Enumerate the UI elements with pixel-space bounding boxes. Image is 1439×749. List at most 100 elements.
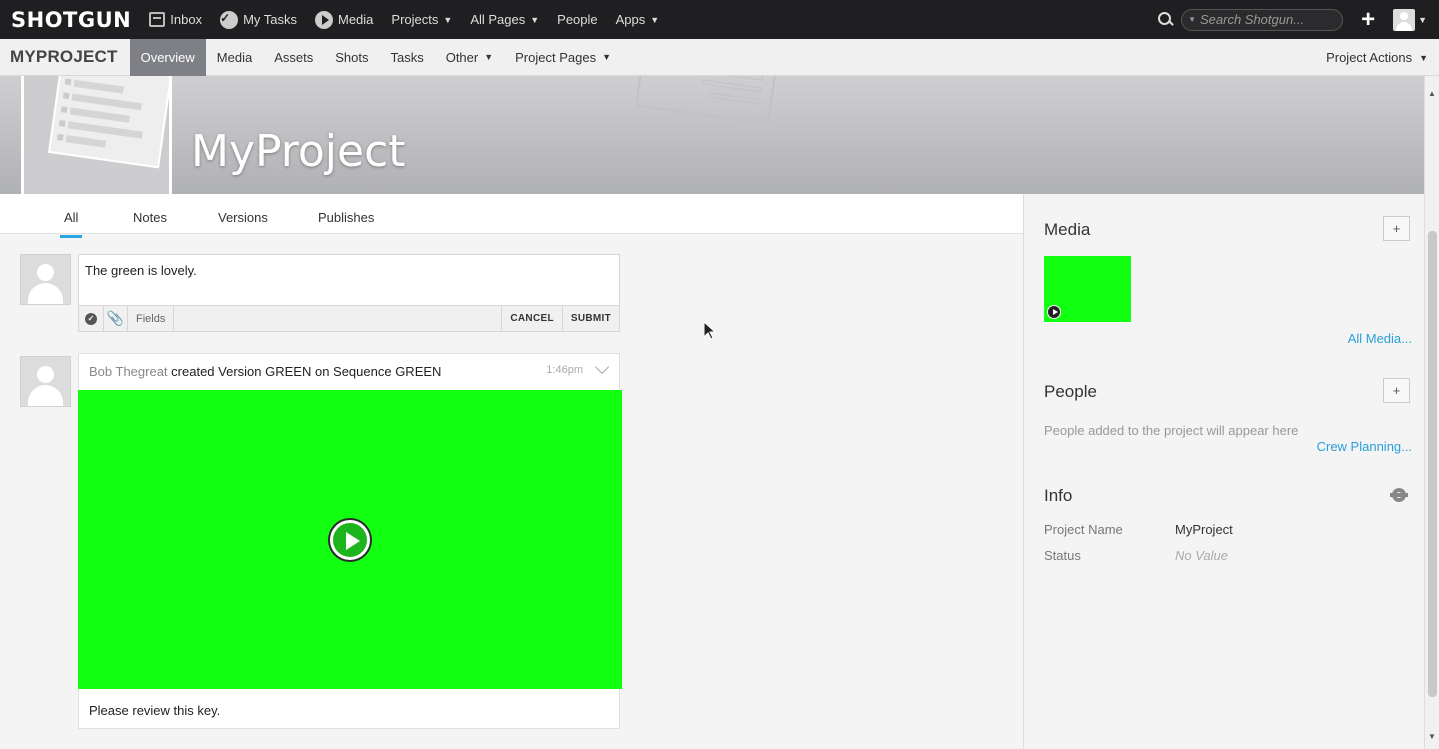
post-timestamp: 1:46pm <box>546 364 583 376</box>
activity-post: Bob Thegreat created Version GREEN on Se… <box>78 353 622 729</box>
nav-people[interactable]: People <box>557 0 597 39</box>
tab-other-label: Other <box>445 49 479 65</box>
activity-tab-notes[interactable]: Notes <box>133 210 167 225</box>
add-people-button[interactable]: + <box>1383 378 1410 403</box>
nav-all-pages-label: All Pages <box>470 12 526 27</box>
tab-overview-label: Overview <box>140 49 195 65</box>
note-input[interactable]: The green is lovely. <box>85 263 197 278</box>
project-name-heading: MyProject <box>191 126 406 177</box>
project-actions-label: Project Actions <box>1326 50 1413 65</box>
tab-project-pages-dropdown[interactable]: Project Pages ▼ <box>504 39 622 76</box>
post-author[interactable]: Bob Thegreat <box>89 364 168 379</box>
fields-button[interactable]: Fields <box>128 306 175 331</box>
tab-project-pages-label: Project Pages <box>515 49 597 65</box>
nav-my-tasks[interactable]: ✓ My Tasks <box>220 0 297 39</box>
submit-button[interactable]: SUBMIT <box>563 306 619 331</box>
caret-down-icon: ▼ <box>443 14 453 25</box>
post-action-text[interactable]: created Version GREEN on Sequence GREEN <box>171 364 441 379</box>
nav-projects-label: Projects <box>391 12 439 27</box>
search-placeholder: Search Shotgun... <box>1199 12 1305 27</box>
tab-tasks-label: Tasks <box>390 49 424 65</box>
scroll-down-arrow-icon[interactable]: ▼ <box>1428 732 1436 741</box>
toolbar-spacer <box>174 306 503 331</box>
version-media-preview[interactable] <box>78 390 622 689</box>
info-value-project-name[interactable]: MyProject <box>1175 522 1233 537</box>
search-input[interactable]: ▼ Search Shotgun... <box>1181 8 1344 31</box>
caret-down-icon: ▼ <box>1419 52 1428 63</box>
checkmark-icon: ✓ <box>85 312 97 325</box>
cancel-button[interactable]: CANCEL <box>502 306 563 331</box>
page-scrollbar[interactable]: ▲ ▼ <box>1424 76 1439 749</box>
activity-tab-all[interactable]: All <box>60 210 83 238</box>
gear-icon[interactable] <box>1390 488 1408 502</box>
nav-projects-dropdown[interactable]: Projects ▼ <box>391 0 452 39</box>
project-thumbnail[interactable] <box>21 76 172 194</box>
tab-assets[interactable]: Assets <box>263 39 324 76</box>
nav-media[interactable]: Media <box>315 0 373 39</box>
scroll-up-arrow-icon[interactable]: ▲ <box>1428 89 1436 98</box>
activity-tab-publishes[interactable]: Publishes <box>318 210 374 225</box>
nav-my-tasks-label: My Tasks <box>243 12 297 27</box>
activity-tabs: All Notes Versions Publishes <box>0 194 1023 238</box>
caret-down-icon: ▼ <box>602 52 611 62</box>
scrollbar-thumb[interactable] <box>1428 231 1437 697</box>
play-icon[interactable] <box>1047 305 1061 319</box>
nav-all-pages-dropdown[interactable]: All Pages ▼ <box>470 0 539 39</box>
nav-inbox[interactable]: Inbox <box>149 0 202 39</box>
search-scope-caret-icon[interactable]: ▼ <box>1188 15 1196 24</box>
user-avatar[interactable] <box>1393 8 1416 31</box>
shotgun-logo[interactable]: SHOTGUN <box>11 8 131 32</box>
tab-tasks[interactable]: Tasks <box>379 39 434 76</box>
crew-planning-link[interactable]: Crew Planning... <box>1317 439 1412 454</box>
user-menu-caret-icon[interactable]: ▼ <box>1418 15 1427 25</box>
caret-down-icon: ▼ <box>530 14 540 25</box>
top-nav-bar: SHOTGUN Inbox ✓ My Tasks Media Projects … <box>0 0 1439 39</box>
post-caption: Please review this key. <box>89 703 221 718</box>
tab-other-dropdown[interactable]: Other ▼ <box>435 39 504 76</box>
add-media-button[interactable]: + <box>1383 216 1410 241</box>
background-document-graphic <box>635 76 780 126</box>
note-task-button[interactable]: ✓ <box>79 306 104 331</box>
tab-overview[interactable]: Overview <box>129 38 206 76</box>
info-label-status: Status <box>1044 548 1081 563</box>
all-media-link[interactable]: All Media... <box>1348 331 1412 346</box>
top-nav-right: ▼ Search Shotgun... + ▼ <box>1157 0 1439 39</box>
info-value-status[interactable]: No Value <box>1175 548 1228 563</box>
nav-inbox-label: Inbox <box>170 12 203 27</box>
global-add-button[interactable]: + <box>1361 7 1375 32</box>
right-sidebar: Media + All Media... People + People add… <box>1023 194 1424 749</box>
info-label-project-name: Project Name <box>1044 522 1123 537</box>
play-icon <box>315 10 333 29</box>
nav-apps-dropdown[interactable]: Apps ▼ <box>616 0 660 39</box>
paperclip-icon: 📎 <box>106 310 125 326</box>
tab-shots[interactable]: Shots <box>324 39 379 76</box>
activity-tab-versions-label: Versions <box>218 210 268 225</box>
composer-avatar <box>20 254 71 305</box>
activity-tab-versions[interactable]: Versions <box>218 210 268 225</box>
media-thumbnail[interactable] <box>1044 256 1131 322</box>
nav-media-label: Media <box>338 12 374 27</box>
post-header: Bob Thegreat created Version GREEN on Se… <box>89 364 441 379</box>
attach-button[interactable]: 📎 <box>104 306 128 331</box>
people-section-title: People <box>1044 382 1097 401</box>
note-composer: The green is lovely. ✓ 📎 Fields CANCEL S… <box>78 254 620 332</box>
chevron-down-icon[interactable] <box>594 359 610 375</box>
tab-media-label: Media <box>216 49 253 65</box>
project-title[interactable]: MYPROJECT <box>10 47 118 67</box>
project-actions-dropdown[interactable]: Project Actions ▼ <box>1326 39 1428 76</box>
search-icon[interactable] <box>1157 11 1175 29</box>
project-nav-bar: MYPROJECT Overview Media Assets Shots Ta… <box>0 38 1439 76</box>
people-empty-hint: People added to the project will appear … <box>1044 423 1299 438</box>
document-placeholder-icon <box>48 76 169 169</box>
caret-down-icon: ▼ <box>484 52 494 62</box>
checkmark-icon: ✓ <box>220 10 239 29</box>
activity-tab-notes-label: Notes <box>133 210 167 225</box>
inbox-icon <box>149 12 166 27</box>
tab-media[interactable]: Media <box>206 39 263 76</box>
tab-shots-label: Shots <box>335 49 369 65</box>
post-author-avatar[interactable] <box>20 356 71 407</box>
nav-people-label: People <box>557 12 598 27</box>
tab-assets-label: Assets <box>274 49 314 65</box>
play-button-icon[interactable] <box>330 520 370 560</box>
project-header-banner: MyProject <box>0 76 1424 194</box>
